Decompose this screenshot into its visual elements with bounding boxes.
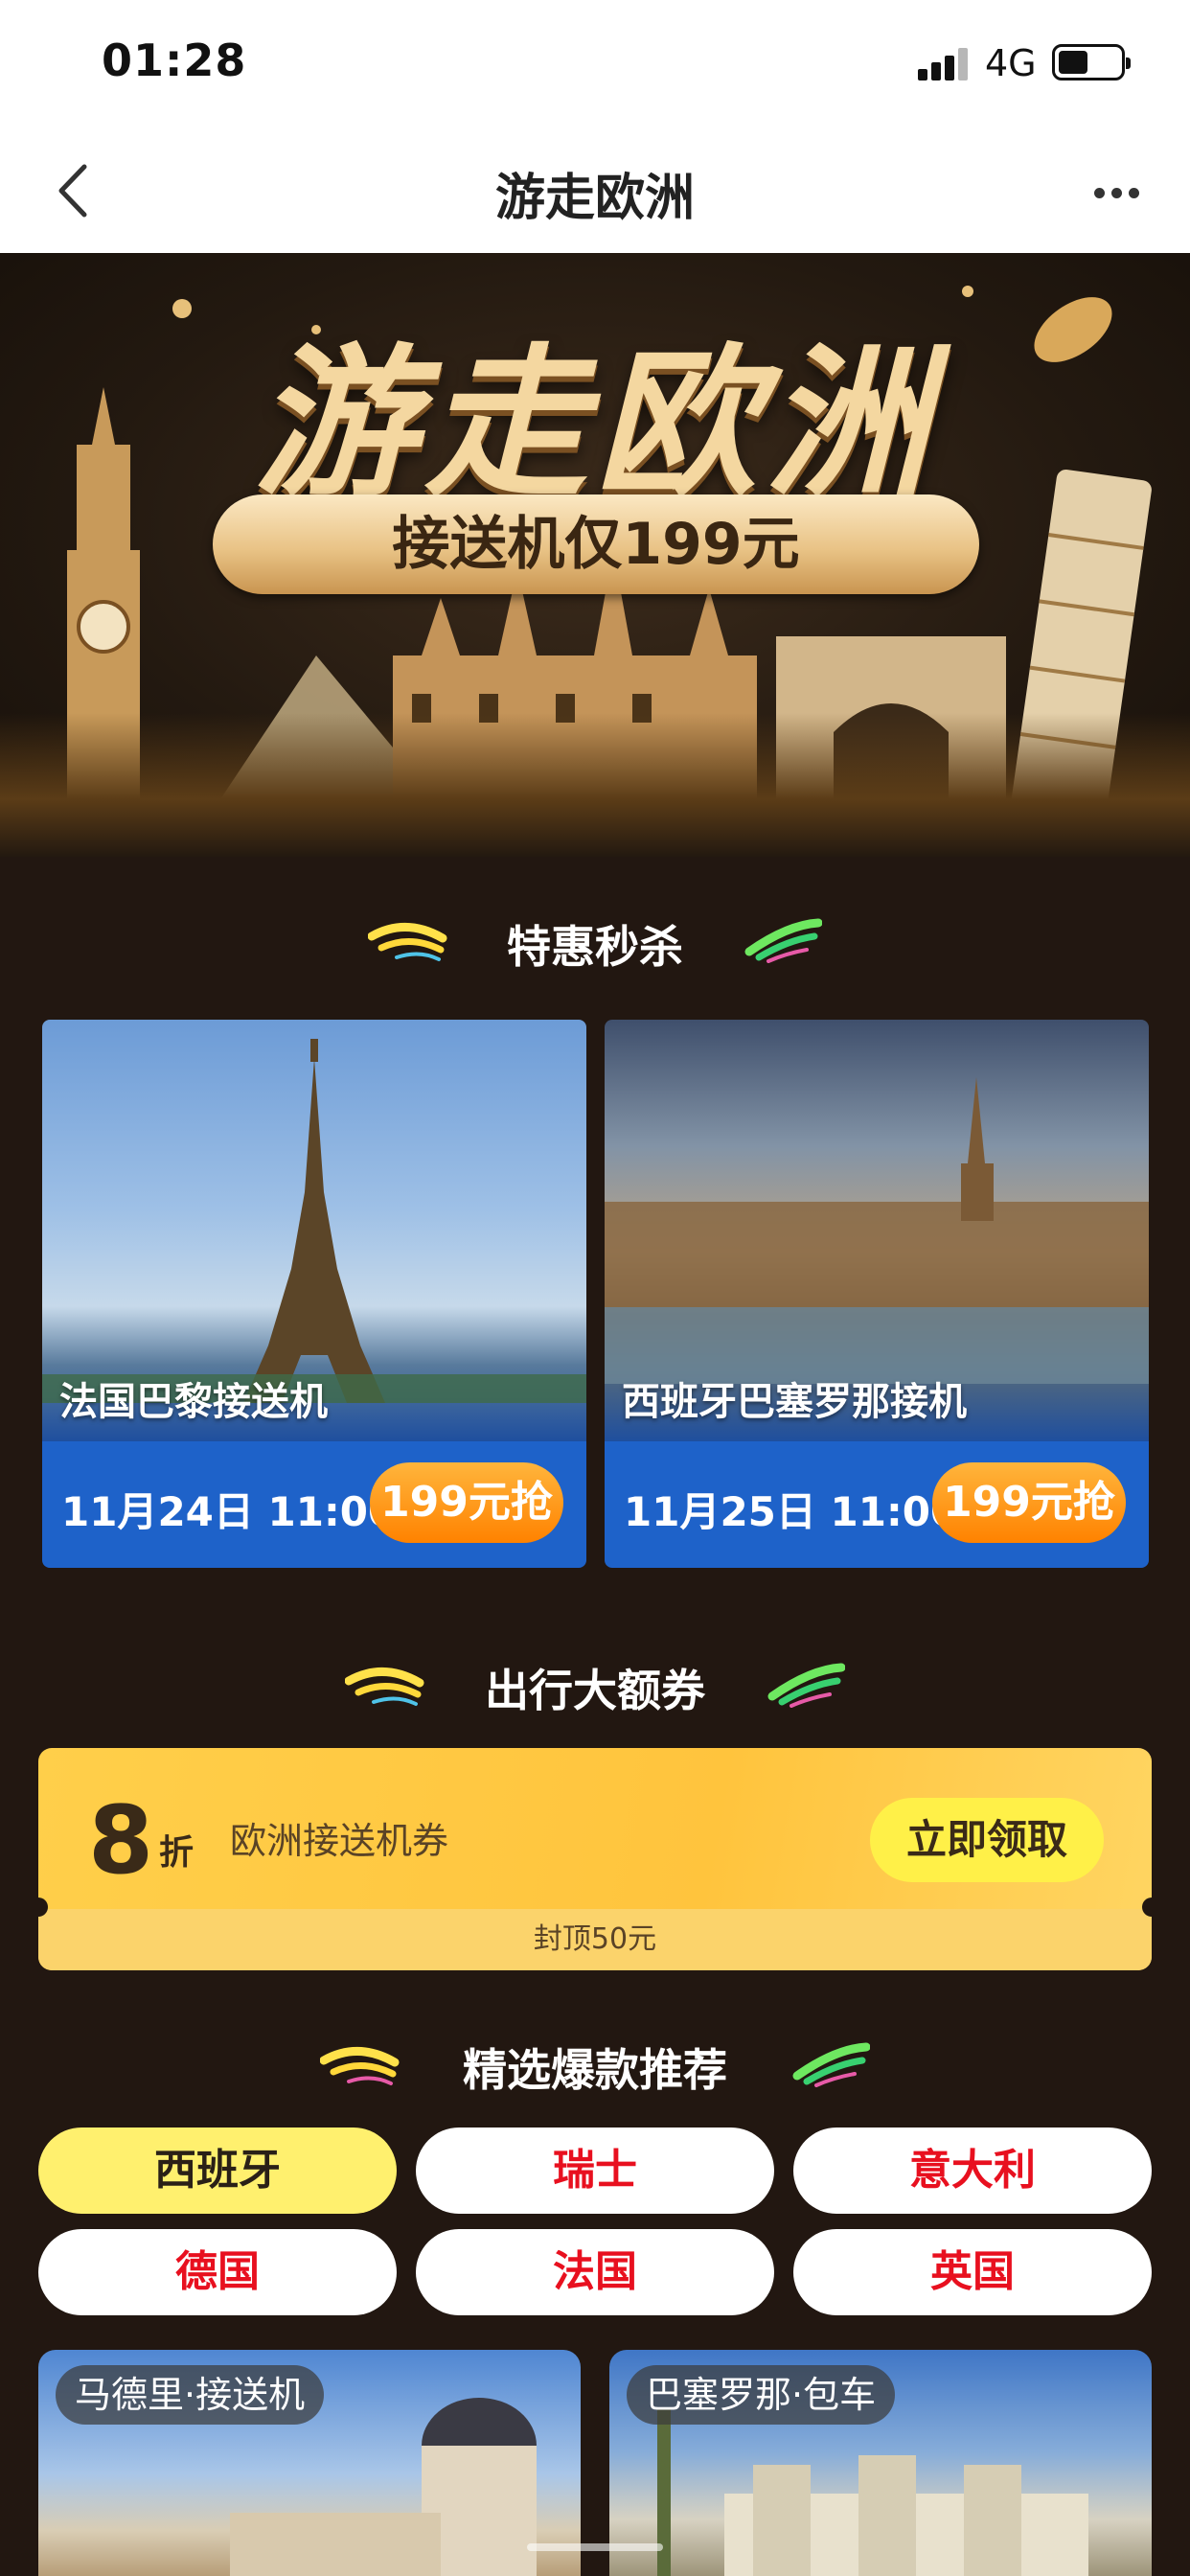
coupon-name: 欧洲接送机券 <box>230 1820 449 1862</box>
more-options-button[interactable] <box>1083 167 1150 215</box>
card-footer: 11月25日 11:00 199元抢 <box>605 1441 1149 1568</box>
battery-icon <box>1052 44 1131 80</box>
hero-banner[interactable]: 游走欧洲 接送机仅199元 <box>0 253 1190 857</box>
grab-deal-button[interactable]: 199元抢 <box>932 1462 1126 1543</box>
recommend-title: 精选爆款推荐 <box>463 2044 727 2096</box>
card-footer: 11月24日 11:00 199元抢 <box>42 1441 586 1568</box>
sale-time: 11月25日 11:00 <box>624 1488 959 1535</box>
swoosh-right-icon <box>767 1663 845 1708</box>
country-tab-uk[interactable]: 英国 <box>793 2229 1152 2315</box>
country-tab-spain[interactable]: 西班牙 <box>38 2128 397 2214</box>
recommend-tag: 巴塞罗那·包车 <box>627 2365 896 2425</box>
claim-coupon-button[interactable]: 立即领取 <box>870 1798 1104 1882</box>
status-time: 01:28 <box>102 34 247 86</box>
country-tab-switzerland[interactable]: 瑞士 <box>416 2128 774 2214</box>
card-title: 法国巴黎接送机 <box>59 1380 328 1424</box>
swoosh-right-icon <box>792 2042 870 2087</box>
more-icon <box>1094 188 1105 198</box>
coupon-section-title: 出行大额券 <box>485 1665 705 1716</box>
card-title: 西班牙巴塞罗那接机 <box>622 1380 967 1424</box>
flash-sale-card[interactable]: 西班牙巴塞罗那接机 11月25日 11:00 199元抢 <box>605 1020 1149 1568</box>
recommend-card[interactable]: 巴塞罗那·包车 <box>609 2350 1152 2576</box>
status-bar: 01:28 4G <box>0 0 1190 128</box>
discount-value: 8 <box>88 1786 154 1896</box>
recommend-card[interactable]: 马德里·接送机 <box>38 2350 581 2576</box>
flash-sale-card[interactable]: 法国巴黎接送机 11月24日 11:00 199元抢 <box>42 1020 586 1568</box>
banner-title: 游走欧洲 <box>253 330 936 519</box>
home-indicator <box>527 2543 663 2551</box>
discount-unit: 折 <box>159 1833 195 1873</box>
network-type: 4G <box>985 42 1037 84</box>
coupon-card[interactable]: 8 折 欧洲接送机券 立即领取 封顶50元 <box>38 1748 1152 1970</box>
banner-subtitle: 接送机仅199元 <box>213 494 979 594</box>
country-tab-italy[interactable]: 意大利 <box>793 2128 1152 2214</box>
cellular-signal-icon <box>918 48 970 80</box>
country-tab-germany[interactable]: 德国 <box>38 2229 397 2315</box>
page-title: 游走欧洲 <box>494 170 695 227</box>
coupon-cap: 封顶50元 <box>38 1909 1152 1970</box>
navigation-bar: 游走欧洲 <box>0 128 1190 253</box>
flash-sale-title: 特惠秒杀 <box>507 921 683 973</box>
sale-time: 11月24日 11:00 <box>61 1488 397 1535</box>
recommend-tag: 马德里·接送机 <box>56 2365 325 2425</box>
country-tab-france[interactable]: 法国 <box>416 2229 774 2315</box>
swoosh-right-icon <box>744 918 822 963</box>
grab-deal-button[interactable]: 199元抢 <box>370 1462 563 1543</box>
